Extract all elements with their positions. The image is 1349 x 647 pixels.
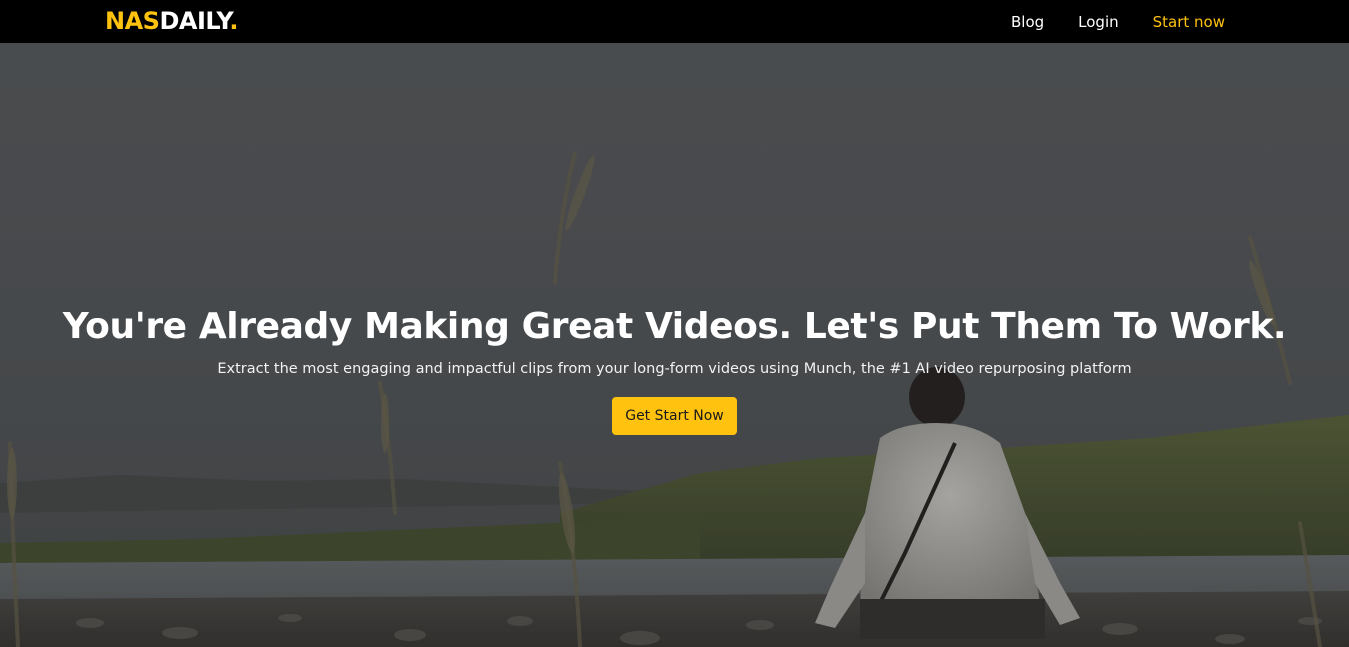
top-navbar: NASDAILY. Blog Login Start now — [0, 0, 1349, 43]
hero-subtitle: Extract the most engaging and impactful … — [217, 361, 1132, 377]
logo-dot: . — [229, 7, 238, 35]
hero-title: You're Already Making Great Videos. Let'… — [62, 306, 1287, 347]
logo-daily: DAILY — [159, 7, 230, 35]
hero-section: You're Already Making Great Videos. Let'… — [0, 43, 1349, 647]
nav-link-start-now[interactable]: Start now — [1153, 13, 1225, 31]
nav-links: Blog Login Start now — [1011, 0, 1225, 43]
nasdaily-logo[interactable]: NASDAILY. — [105, 7, 238, 35]
nav-link-blog[interactable]: Blog — [1011, 13, 1044, 31]
nav-link-login[interactable]: Login — [1078, 13, 1118, 31]
logo-nas: NAS — [105, 7, 160, 35]
get-start-now-button[interactable]: Get Start Now — [612, 397, 737, 435]
